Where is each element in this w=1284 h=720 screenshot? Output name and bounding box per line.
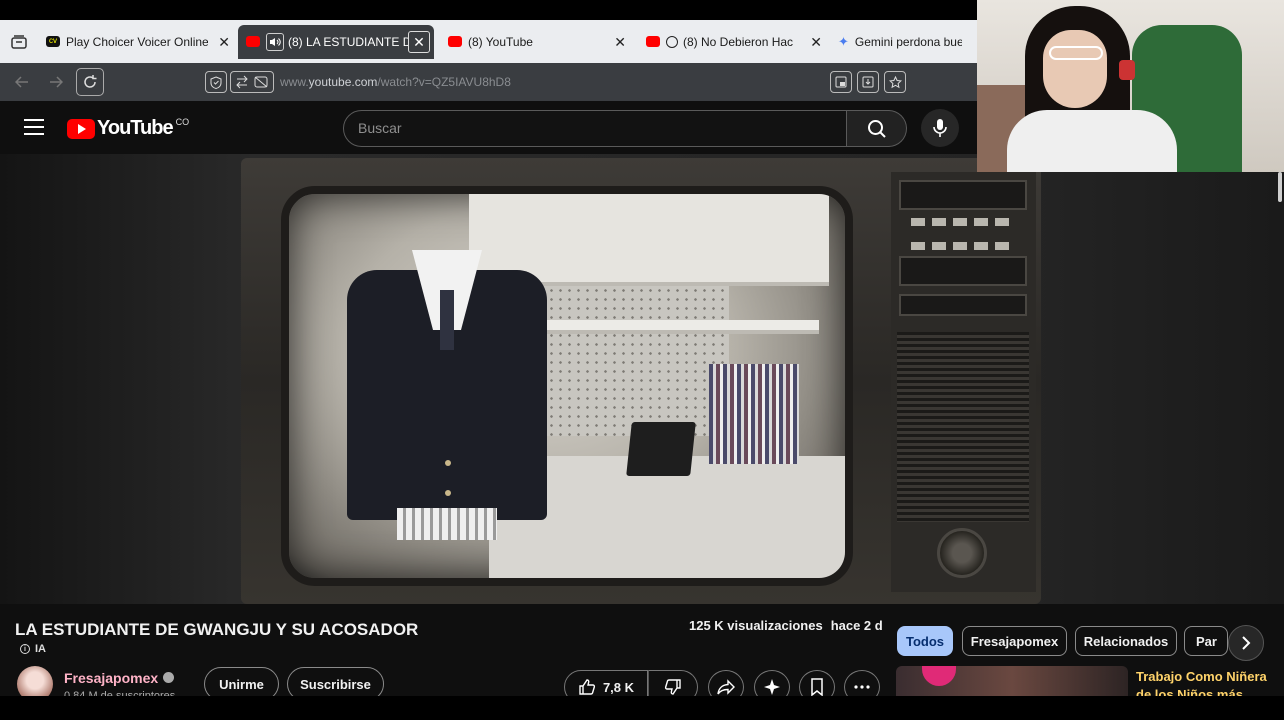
upload-age: hace 2 d bbox=[830, 618, 883, 633]
playing-icon bbox=[666, 35, 678, 48]
search-input[interactable] bbox=[358, 120, 828, 136]
youtube-header: YouTube CO bbox=[0, 101, 977, 154]
microphone-icon bbox=[933, 119, 947, 137]
video-meta: 125 K visualizaciones hace 2 d bbox=[689, 618, 883, 633]
voice-search-button[interactable] bbox=[921, 109, 959, 147]
close-tab-icon[interactable]: ✕ bbox=[218, 35, 230, 49]
url-text[interactable]: www.youtube.com/watch?v=QZ5IAVU8hD8 bbox=[280, 75, 511, 89]
video-frame-retro-tv bbox=[241, 158, 1041, 604]
bookmark-icon bbox=[811, 678, 823, 696]
channel-name[interactable]: Fresajapomex bbox=[64, 670, 158, 686]
bookmark-star-icon[interactable] bbox=[884, 71, 906, 93]
reload-button[interactable] bbox=[76, 68, 104, 96]
books bbox=[709, 364, 799, 464]
info-icon: i bbox=[20, 644, 30, 654]
search-icon bbox=[867, 119, 886, 138]
more-horizontal-icon bbox=[854, 685, 870, 689]
browser-tab-gemini[interactable]: ✦ Gemini perdona buer bbox=[830, 25, 970, 59]
speaker-icon[interactable] bbox=[266, 32, 284, 51]
chip-partial[interactable]: Par bbox=[1184, 626, 1228, 656]
tv-screen bbox=[281, 186, 853, 586]
like-count: 7,8 K bbox=[602, 679, 635, 695]
page-scrollbar[interactable] bbox=[1278, 172, 1282, 202]
search-box[interactable] bbox=[343, 110, 847, 147]
recommendation-thumbnail[interactable] bbox=[896, 666, 1128, 696]
chip-fresajapomex[interactable]: Fresajapomex bbox=[962, 626, 1067, 656]
youtube-logo[interactable]: YouTube CO bbox=[67, 117, 189, 140]
chevron-right-icon bbox=[1242, 636, 1251, 650]
browser-tab-no-debieron[interactable]: (8) No Debieron Hacer ✕ bbox=[634, 25, 830, 59]
browser-tab-strip: cv Play Choicer Voicer Online F ✕ (8) LA… bbox=[0, 20, 977, 63]
reload-icon bbox=[84, 75, 97, 88]
browser-tab-youtube[interactable]: (8) YouTube ✕ bbox=[434, 25, 634, 59]
arrow-left-icon bbox=[15, 76, 28, 88]
shield-icon[interactable] bbox=[205, 71, 227, 93]
video-details: LA ESTUDIANTE DE GWANGJU Y SU ACOSADOR i… bbox=[0, 604, 1284, 704]
back-button[interactable] bbox=[8, 68, 36, 96]
browser-tab-active[interactable]: (8) LA ESTUDIANTE DE ✕ bbox=[238, 24, 434, 59]
close-tab-icon[interactable]: ✕ bbox=[810, 35, 822, 49]
view-count: 125 K visualizaciones bbox=[689, 618, 823, 633]
site-controls-icon[interactable] bbox=[230, 71, 274, 93]
chip-todos[interactable]: Todos bbox=[897, 626, 953, 656]
search-button[interactable] bbox=[847, 110, 907, 147]
chip-relacionados[interactable]: Relacionados bbox=[1075, 626, 1177, 656]
tab-title: (8) LA ESTUDIANTE DE bbox=[288, 34, 408, 49]
browser-tab-choicer[interactable]: cv Play Choicer Voicer Online F ✕ bbox=[38, 25, 238, 59]
screen-bottom-strip bbox=[0, 696, 1284, 720]
picture-in-picture-icon[interactable] bbox=[830, 71, 852, 93]
school-uniform-jacket bbox=[327, 250, 567, 540]
tab-title: (8) No Debieron Hacer bbox=[683, 34, 793, 49]
forward-button[interactable] bbox=[42, 68, 70, 96]
tv-control-panel bbox=[891, 172, 1036, 592]
share-icon bbox=[717, 679, 735, 695]
close-tab-icon[interactable]: ✕ bbox=[408, 30, 430, 53]
glasses bbox=[1049, 46, 1103, 60]
tab-title: Play Choicer Voicer Online F bbox=[66, 34, 208, 49]
country-code: CO bbox=[175, 116, 190, 127]
tv-knob bbox=[937, 528, 987, 578]
video-player[interactable] bbox=[0, 154, 1284, 604]
hamburger-menu-icon[interactable] bbox=[24, 119, 44, 135]
address-bar[interactable]: www.youtube.com/watch?v=QZ5IAVU8hD8 bbox=[200, 67, 912, 97]
close-tab-icon[interactable]: ✕ bbox=[614, 35, 626, 49]
install-app-icon[interactable] bbox=[857, 71, 879, 93]
sparkle-icon bbox=[764, 679, 780, 695]
tab-title: (8) YouTube bbox=[468, 34, 533, 49]
youtube-icon bbox=[448, 36, 462, 47]
tab-overview-button[interactable] bbox=[0, 20, 38, 63]
arrow-right-icon bbox=[50, 76, 63, 88]
youtube-play-icon bbox=[67, 118, 95, 139]
browser-toolbar: www.youtube.com/watch?v=QZ5IAVU8hD8 bbox=[0, 63, 977, 101]
choicer-icon: cv bbox=[46, 36, 60, 47]
youtube-icon bbox=[646, 36, 660, 47]
thumbs-down-icon bbox=[664, 679, 681, 695]
ai-badge[interactable]: i IA bbox=[20, 643, 46, 655]
tab-title: Gemini perdona buer bbox=[854, 34, 962, 49]
laptop bbox=[626, 422, 696, 476]
video-title: LA ESTUDIANTE DE GWANGJU Y SU ACOSADOR bbox=[15, 620, 419, 639]
logo-wordmark: YouTube bbox=[97, 117, 174, 139]
webcam-overlay bbox=[977, 0, 1284, 172]
gemini-icon: ✦ bbox=[838, 33, 849, 49]
chips-next-button[interactable] bbox=[1228, 625, 1264, 661]
tab-overview-icon bbox=[11, 34, 27, 49]
thumbs-up-icon bbox=[579, 679, 596, 695]
verified-icon bbox=[163, 672, 174, 683]
ai-label: IA bbox=[35, 643, 46, 655]
youtube-icon bbox=[246, 36, 260, 47]
streamer-face bbox=[1043, 30, 1107, 108]
